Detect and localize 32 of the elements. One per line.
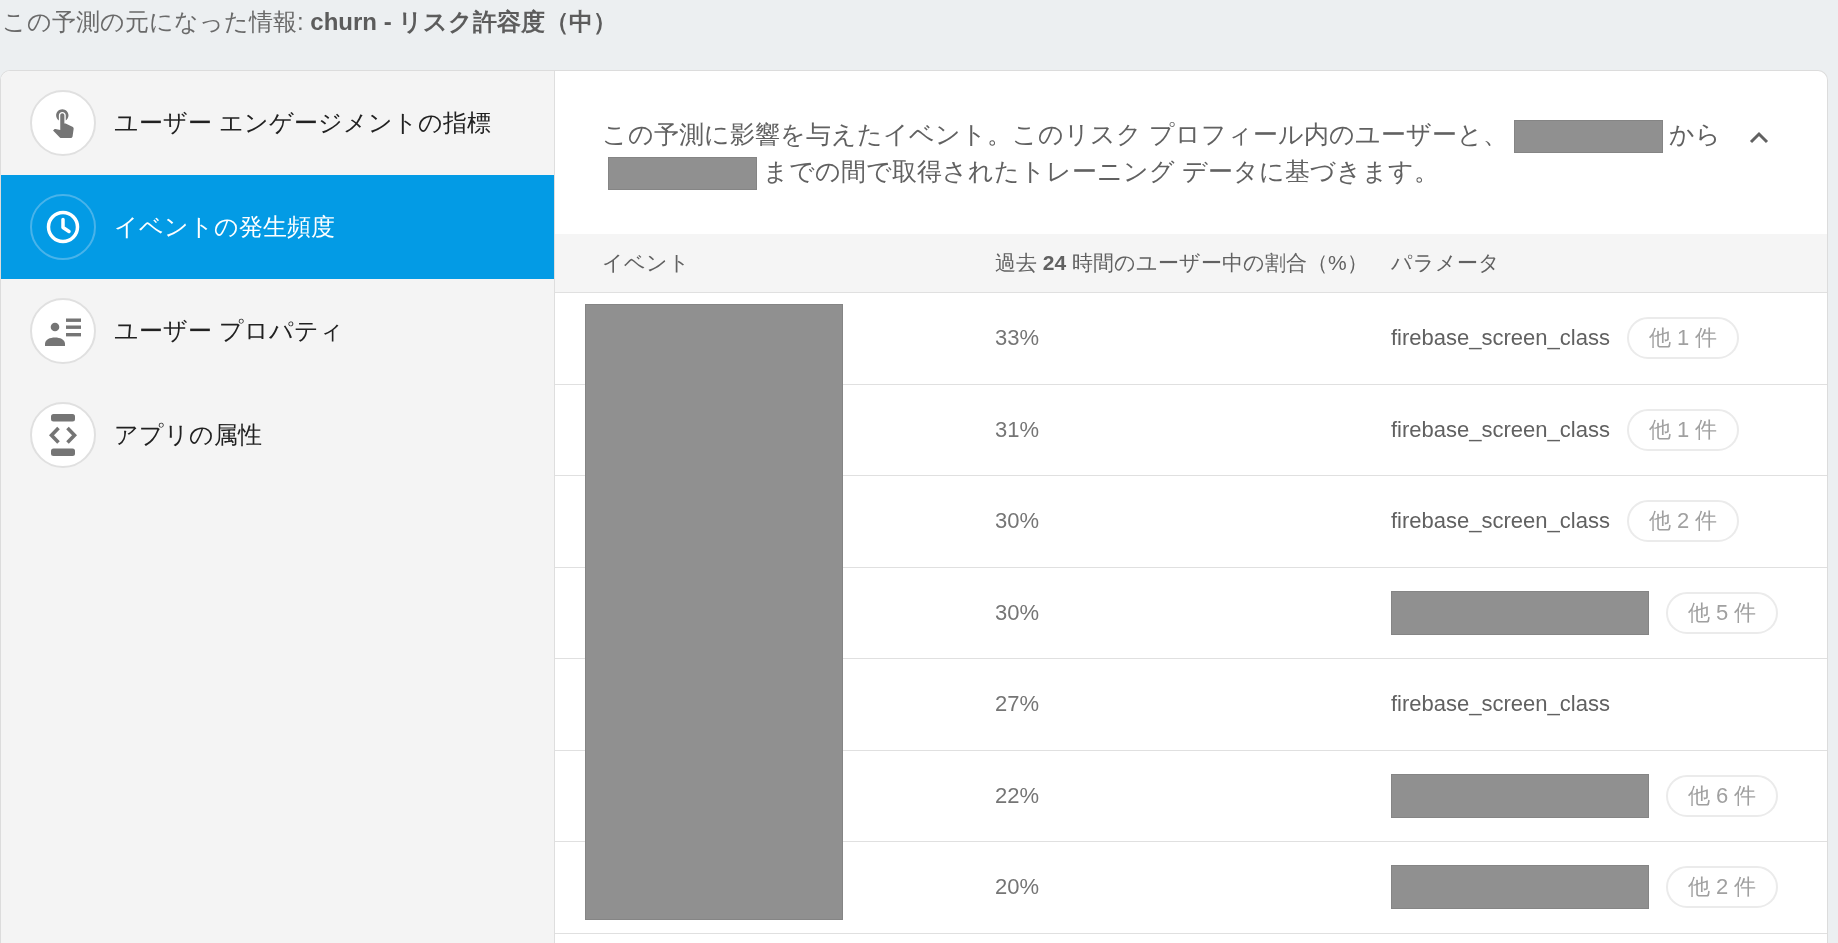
percentage-text: 33% <box>995 325 1040 352</box>
parameter-name: firebase_screen_class <box>1391 508 1610 535</box>
chevron-up-icon[interactable] <box>1749 130 1769 144</box>
percentage-text: 20% <box>995 874 1040 901</box>
description-text: から <box>1668 120 1721 148</box>
percentage-text: 27% <box>995 691 1040 718</box>
column-header: イベント <box>602 250 690 276</box>
more-count-chip: 他 2 件 <box>1666 866 1779 909</box>
sidebar-item[interactable]: ユーザー プロパティ <box>1 279 554 383</box>
percentage-text: 22% <box>995 782 1040 809</box>
parameter-name: firebase_screen_class <box>1391 691 1610 718</box>
percentage-text: 30% <box>995 508 1040 535</box>
description-text: までの間で取得されたトレーニング データに基づきます。 <box>763 157 1439 185</box>
column-header: パラメータ <box>1391 250 1500 276</box>
more-count-chip: 他 1 件 <box>1626 408 1740 451</box>
percentage-text: 31% <box>995 416 1040 443</box>
parameter-name: firebase_screen_class <box>1391 325 1610 352</box>
more-count-chip: 他 1 件 <box>1626 317 1740 360</box>
phone-code-icon <box>30 402 96 468</box>
parameter-name: firebase_screen_class <box>1391 416 1610 443</box>
sidebar-item[interactable]: ユーザー エンゲージメントの指標 <box>1 71 554 175</box>
sidebar-item[interactable]: アプリの属性 <box>1 383 554 487</box>
page-title: この予測の元になった情報: churn - リスク許容度（中） <box>1 7 618 37</box>
more-count-chip: 他 6 件 <box>1666 774 1779 817</box>
percentage-text: 30% <box>995 599 1040 626</box>
hand-tap-icon <box>30 90 96 156</box>
description-text: この予測に影響を与えたイベント。このリスク プロフィール内のユーザーと、 <box>602 120 1508 148</box>
more-count-chip: 他 5 件 <box>1666 591 1779 634</box>
column-header: 過去 24 時間のユーザー中の割合（%） <box>995 250 1368 276</box>
clock-icon <box>30 194 96 260</box>
more-count-chip: 他 2 件 <box>1626 500 1740 543</box>
person-list-icon <box>30 298 96 364</box>
